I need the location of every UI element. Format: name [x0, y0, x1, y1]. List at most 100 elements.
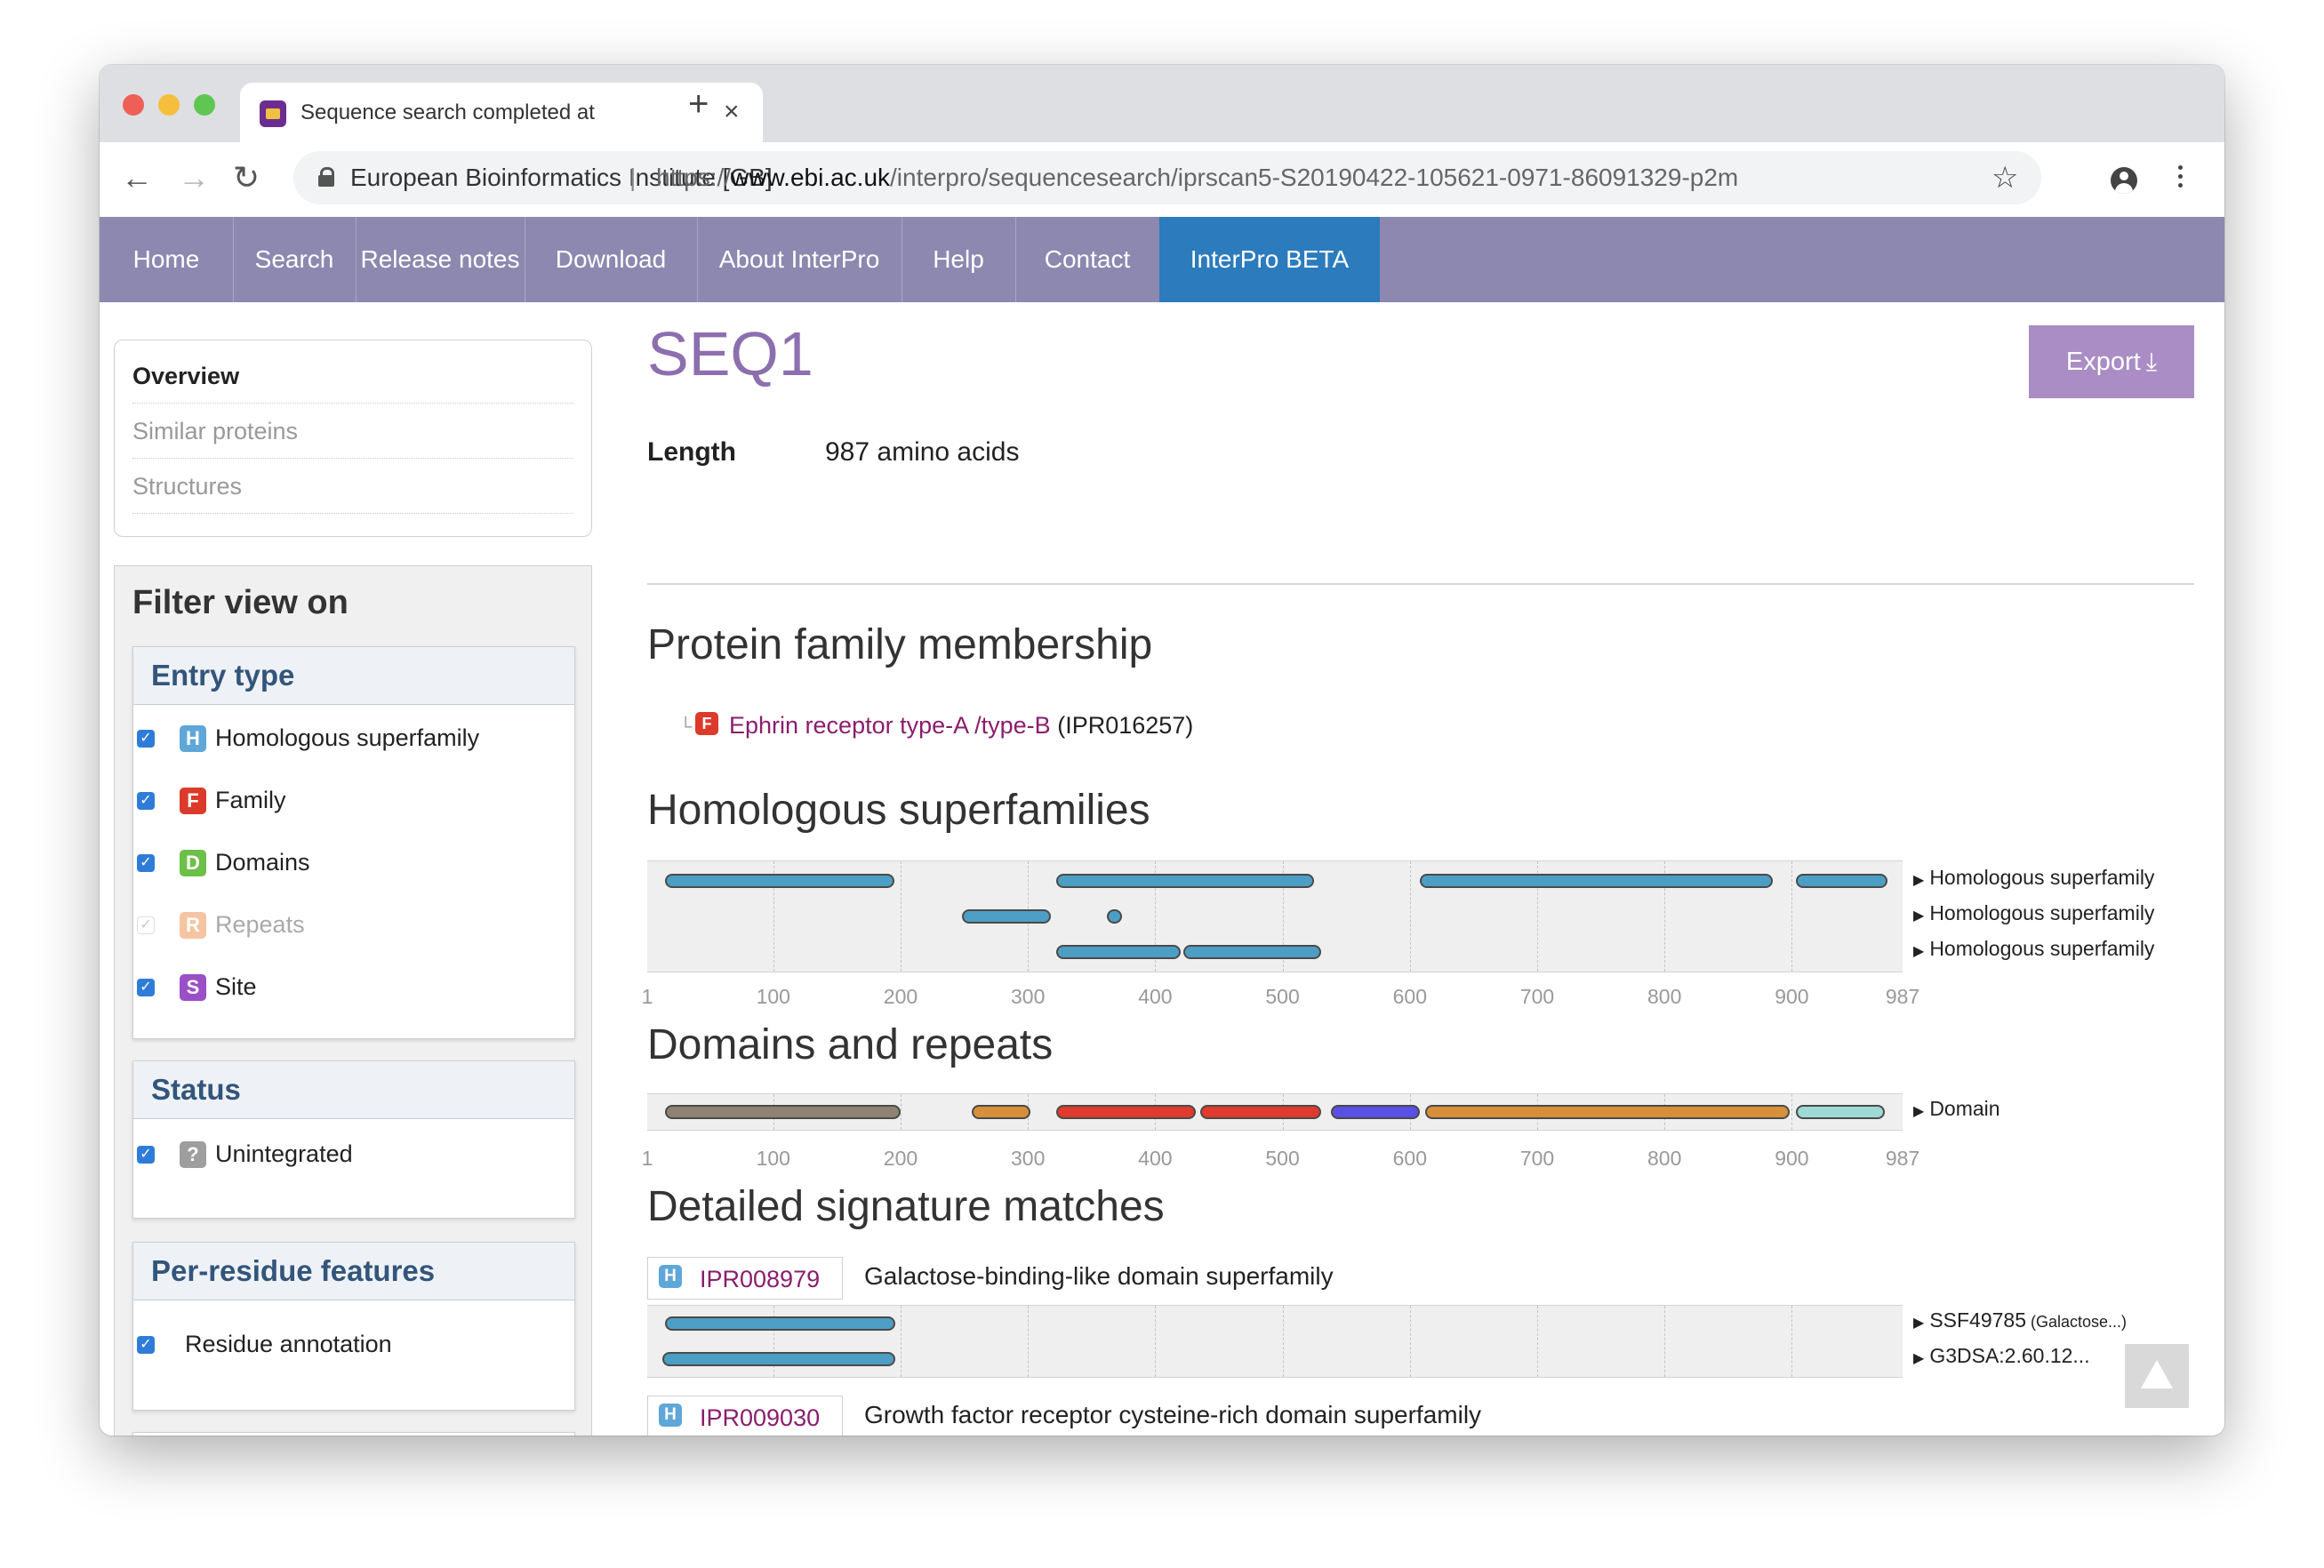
gridline	[900, 861, 902, 972]
expand-triangle-icon[interactable]: ▶	[1913, 1351, 1924, 1366]
filter-unintegrated[interactable]: ✓ ? Unintegrated	[133, 1136, 574, 1172]
match-bar[interactable]	[972, 1105, 1031, 1119]
expand-triangle-icon[interactable]: ▶	[1913, 1104, 1924, 1119]
match-bar[interactable]	[1424, 1105, 1790, 1119]
tab-close-icon[interactable]: ×	[724, 97, 740, 127]
checkbox-domains[interactable]: ✓	[137, 854, 155, 872]
url-host: www.ebi.ac.uk	[731, 164, 891, 191]
scroll-to-top-button[interactable]	[2125, 1344, 2189, 1408]
subnav-overview[interactable]: Overview	[132, 349, 573, 404]
expand-triangle-icon[interactable]: ▶	[1913, 908, 1924, 924]
ipr-accession-link[interactable]: IPR009030	[700, 1402, 820, 1434]
subnav-similar-proteins[interactable]: Similar proteins	[132, 404, 573, 459]
track-label-homologous-superfamily[interactable]: ▶ Homologous superfamily	[1913, 901, 2154, 925]
url-text[interactable]: https://www.ebi.ac.uk/interpro/sequences…	[656, 163, 1738, 193]
lock-icon[interactable]	[318, 167, 334, 187]
match-bar[interactable]	[1331, 1105, 1421, 1119]
match-bar[interactable]	[1055, 874, 1315, 888]
filter-domains[interactable]: ✓ D Domains	[133, 844, 574, 880]
nav-help[interactable]: Help	[902, 217, 1016, 302]
profile-avatar-icon[interactable]	[2111, 167, 2137, 194]
match-bar[interactable]	[665, 874, 894, 888]
track-label-homologous-superfamily[interactable]: ▶ Homologous superfamily	[1913, 937, 2154, 961]
per-residue-heading: Per-residue features	[133, 1243, 574, 1300]
gridline	[900, 1306, 902, 1377]
subnav-structures[interactable]: Structures	[132, 460, 573, 514]
nav-release-notes[interactable]: Release notes	[356, 217, 525, 302]
gridline	[1664, 1306, 1666, 1377]
axis-tick-label: 100	[756, 1147, 790, 1170]
expand-triangle-icon[interactable]: ▶	[1913, 1316, 1924, 1331]
ipr-accession-link[interactable]: IPR008979	[700, 1263, 820, 1295]
match-bar[interactable]	[1182, 945, 1321, 959]
reload-icon[interactable]: ↻	[233, 160, 260, 196]
family-link[interactable]: Ephrin receptor type-A /type-B	[729, 712, 1051, 739]
match-bar[interactable]	[1420, 874, 1773, 888]
match-bar[interactable]	[1795, 1105, 1885, 1119]
checkbox-homologous-superfamily[interactable]: ✓	[137, 730, 155, 748]
export-button[interactable]: Export ⤓	[2029, 325, 2194, 398]
expand-triangle-icon[interactable]: ▶	[1913, 944, 1924, 959]
axis-tick-label: 400	[1138, 1147, 1173, 1170]
checkbox-site[interactable]: ✓	[137, 979, 155, 996]
match-bar[interactable]	[1106, 909, 1123, 924]
match-bar[interactable]	[665, 1105, 901, 1119]
gridline	[1155, 1306, 1157, 1377]
gridline	[1282, 1306, 1284, 1377]
checkbox-residue-annotation[interactable]: ✓	[137, 1336, 155, 1354]
axis-tick-label: 300	[1010, 985, 1046, 1008]
track-label-signature[interactable]: ▶ G3DSA:2.60.12...	[1913, 1344, 2090, 1368]
track-label-signature[interactable]: ▶ SSF49785 (Galactose...)	[1913, 1308, 2127, 1332]
new-tab-button[interactable]: +	[688, 86, 709, 122]
nav-download[interactable]: Download	[525, 217, 698, 302]
nav-interpro-beta[interactable]: InterPro BETA	[1159, 217, 1380, 302]
tab-title: Sequence search completed at	[301, 99, 656, 127]
checkbox-repeats[interactable]: ✓	[137, 916, 155, 934]
forward-arrow-icon[interactable]: →	[178, 160, 210, 196]
browser-window: Sequence search completed at × + ← → ↻ E…	[100, 65, 2224, 1436]
minimize-window-button[interactable]	[158, 94, 180, 116]
checkbox-family[interactable]: ✓	[137, 792, 155, 810]
axis-tick-label: 600	[1392, 1147, 1427, 1170]
match-bar[interactable]	[1055, 1105, 1197, 1119]
zoom-window-button[interactable]	[194, 94, 215, 116]
nav-home[interactable]: Home	[100, 217, 234, 302]
track-label-domain[interactable]: ▶ Domain	[1913, 1097, 2000, 1121]
browser-tab[interactable]: Sequence search completed at ×	[240, 83, 763, 142]
gridline	[1791, 861, 1793, 972]
checkbox-unintegrated[interactable]: ✓	[137, 1146, 155, 1164]
match-bar[interactable]	[1055, 945, 1182, 959]
bookmark-star-icon[interactable]: ☆	[1991, 160, 2018, 196]
axis-tick-label: 200	[883, 985, 918, 1008]
track-label-homologous-superfamily[interactable]: ▶ Homologous superfamily	[1913, 866, 2154, 890]
nav-about-interpro[interactable]: About InterPro	[697, 217, 902, 302]
nav-search[interactable]: Search	[233, 217, 357, 302]
family-membership-heading: Protein family membership	[647, 621, 1153, 668]
match-bar[interactable]	[662, 1352, 896, 1366]
close-window-button[interactable]	[123, 94, 144, 116]
match-bar[interactable]	[665, 1316, 896, 1331]
browser-menu-icon[interactable]	[2178, 165, 2184, 192]
match-bar[interactable]	[961, 909, 1051, 924]
site-navigation: Home Search Release notes Download About…	[100, 217, 2224, 302]
domain-badge-icon: D	[180, 850, 206, 876]
expand-triangle-icon[interactable]: ▶	[1913, 873, 1924, 888]
nav-contact[interactable]: Contact	[1015, 217, 1160, 302]
filter-homologous-superfamily[interactable]: ✓ H Homologous superfamily	[133, 720, 574, 756]
filter-site[interactable]: ✓ S Site	[133, 969, 574, 1004]
axis-tick-label: 600	[1392, 985, 1427, 1008]
address-bar[interactable]: European Bioinformatics Institute [GB] |…	[293, 151, 2041, 204]
track-label-text: G3DSA:2.60.12...	[1929, 1344, 2090, 1367]
filter-family[interactable]: ✓ F Family	[133, 782, 574, 818]
filter-residue-annotation[interactable]: ✓ Residue annotation	[133, 1326, 574, 1362]
filter-label: Unintegrated	[215, 1140, 353, 1167]
filter-repeats[interactable]: ✓ R Repeats	[133, 907, 574, 942]
length-value: 987 amino acids	[825, 437, 1020, 467]
match-bar[interactable]	[1795, 874, 1887, 888]
match-bar[interactable]	[1199, 1105, 1321, 1119]
axis-tick-label: 300	[1010, 1147, 1046, 1170]
back-arrow-icon[interactable]: ←	[121, 160, 153, 196]
axis-tick-label: 800	[1647, 985, 1682, 1008]
filter-label: Domains	[215, 849, 310, 876]
sequence-subnav: Overview Similar proteins Structures	[114, 340, 592, 537]
